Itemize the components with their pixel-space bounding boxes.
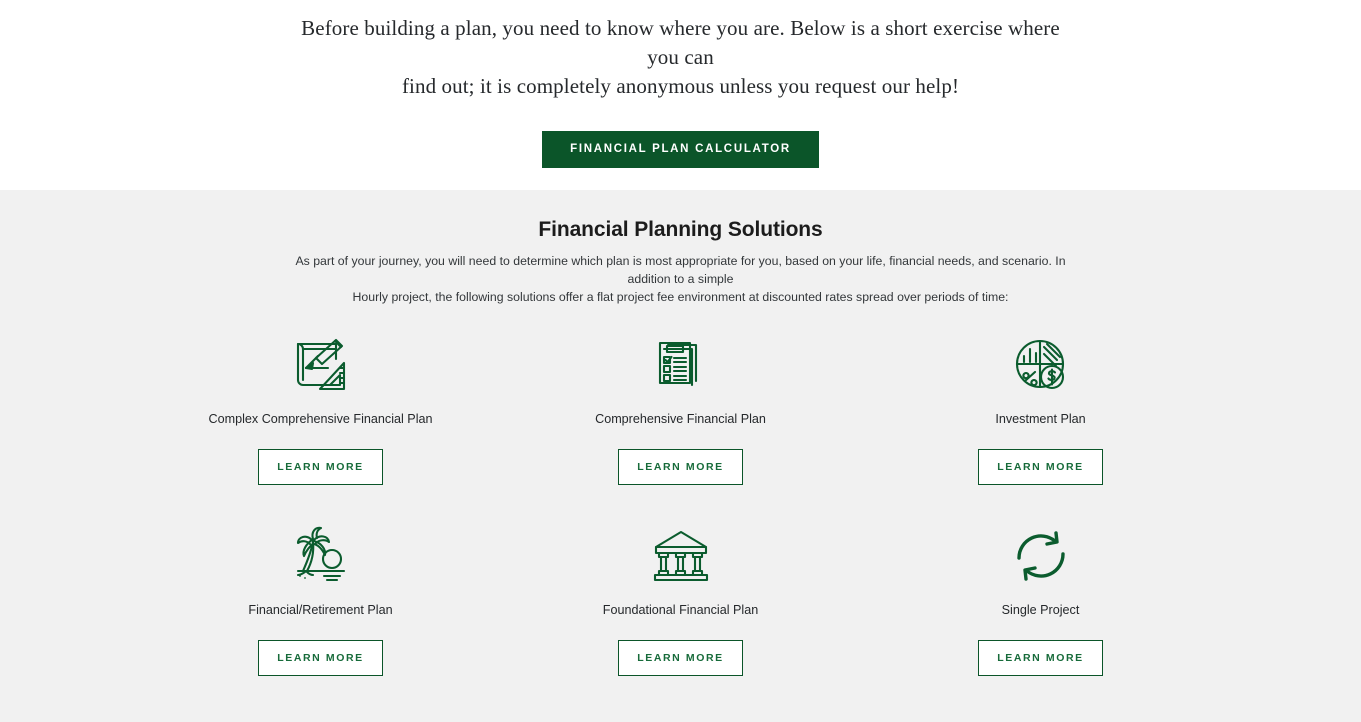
learn-more-button[interactable]: LEARN MORE bbox=[978, 448, 1103, 485]
learn-more-button[interactable]: LEARN MORE bbox=[618, 639, 743, 676]
grid-row-spacer bbox=[861, 485, 1221, 517]
stacked-checklist-documents-icon bbox=[501, 334, 861, 396]
blueprint-pencil-ruler-icon bbox=[141, 334, 501, 396]
circular-arrows-refresh-icon bbox=[861, 525, 1221, 587]
intro-line-1: Before building a plan, you need to know… bbox=[301, 16, 1060, 69]
learn-more-container: LEARN MORE bbox=[861, 448, 1221, 485]
learn-more-button[interactable]: LEARN MORE bbox=[978, 639, 1103, 676]
solution-card: Investment Plan LEARN MORE bbox=[861, 326, 1221, 485]
solution-card-label: Comprehensive Financial Plan bbox=[595, 411, 766, 426]
section-title: Financial Planning Solutions bbox=[538, 217, 823, 241]
cta-container: FINANCIAL PLAN CALCULATOR bbox=[0, 131, 1361, 168]
pie-chart-percent-dollar-icon bbox=[861, 334, 1221, 396]
learn-more-button[interactable]: LEARN MORE bbox=[258, 639, 383, 676]
solution-card: Single Project LEARN MORE bbox=[861, 517, 1221, 676]
learn-more-container: LEARN MORE bbox=[501, 448, 861, 485]
learn-more-button[interactable]: LEARN MORE bbox=[258, 448, 383, 485]
solution-card: Foundational Financial Plan LEARN MORE bbox=[501, 517, 861, 676]
bank-columns-icon bbox=[501, 525, 861, 587]
page-root: Before building a plan, you need to know… bbox=[0, 0, 1361, 722]
solution-card-label: Foundational Financial Plan bbox=[602, 602, 759, 617]
intro-paragraph: Before building a plan, you need to know… bbox=[301, 14, 1061, 101]
solution-card: Complex Comprehensive Financial Plan LEA… bbox=[141, 326, 501, 485]
intro-section: Before building a plan, you need to know… bbox=[0, 0, 1361, 190]
solution-card-label: Single Project bbox=[1001, 602, 1080, 617]
solution-card-label: Complex Comprehensive Financial Plan bbox=[208, 411, 433, 426]
grid-row-spacer bbox=[141, 485, 501, 517]
palm-tree-sunset-icon bbox=[141, 525, 501, 587]
solution-card-label: Investment Plan bbox=[995, 411, 1086, 426]
solution-card-label: Financial/Retirement Plan bbox=[248, 602, 393, 617]
financial-plan-calculator-button[interactable]: FINANCIAL PLAN CALCULATOR bbox=[542, 131, 819, 168]
learn-more-container: LEARN MORE bbox=[861, 639, 1221, 676]
learn-more-container: LEARN MORE bbox=[141, 639, 501, 676]
learn-more-container: LEARN MORE bbox=[501, 639, 861, 676]
learn-more-container: LEARN MORE bbox=[141, 448, 501, 485]
section-description: As part of your journey, you will need t… bbox=[293, 252, 1068, 306]
learn-more-button[interactable]: LEARN MORE bbox=[618, 448, 743, 485]
financial-planning-solutions-section: Financial Planning Solutions As part of … bbox=[0, 189, 1361, 722]
grid-row-spacer bbox=[501, 485, 861, 517]
section-description-line-1: As part of your journey, you will need t… bbox=[295, 253, 1066, 286]
intro-line-2: find out; it is completely anonymous unl… bbox=[401, 74, 960, 98]
solution-card: Financial/Retirement Plan LEARN MORE bbox=[141, 517, 501, 676]
section-description-line-2: Hourly project, the following solutions … bbox=[352, 289, 1009, 304]
solution-card: Comprehensive Financial Plan LEARN MORE bbox=[501, 326, 861, 485]
solutions-grid: Complex Comprehensive Financial Plan LEA… bbox=[141, 326, 1221, 676]
